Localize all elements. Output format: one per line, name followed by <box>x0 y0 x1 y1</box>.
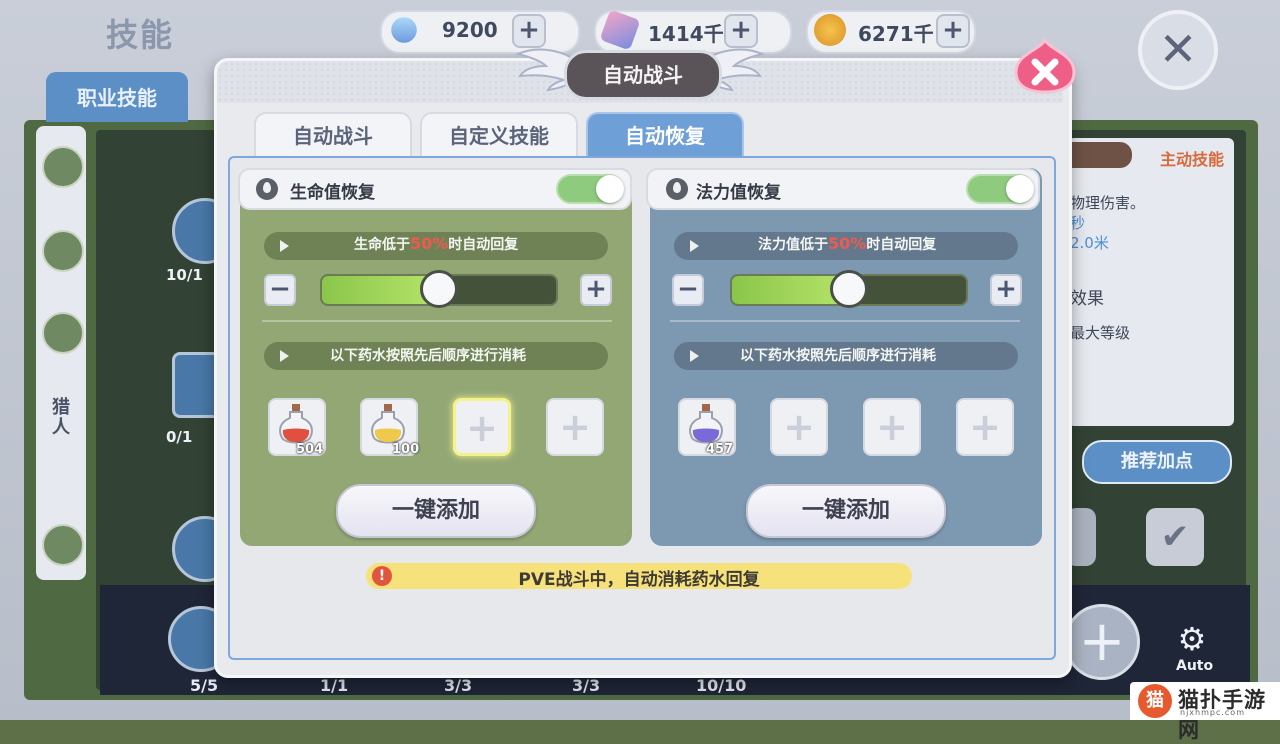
hp-threshold-text: 生命低于50%时自动回复 <box>354 234 519 253</box>
skill-desc-line: 2.0米 <box>1070 234 1109 252</box>
watermark-logo-icon: 猫 <box>1138 684 1172 718</box>
coin-icon <box>814 14 846 46</box>
play-icon <box>280 350 289 362</box>
skill-desc-line: 秒 <box>1070 214 1086 232</box>
coin-count: 6271千 <box>858 22 934 46</box>
skill-desc-line: 最大等级 <box>1070 324 1131 342</box>
mp-potion-slot-4[interactable]: + <box>956 398 1014 456</box>
watermark-url: njxhmpc.com <box>1180 708 1245 717</box>
dialog-title: 自动战斗 <box>564 50 722 100</box>
hp-slider-handle[interactable] <box>420 270 458 308</box>
hp-toggle-knob <box>596 175 624 203</box>
play-icon <box>690 350 699 362</box>
hp-potion-slot-4[interactable]: + <box>546 398 604 456</box>
auto-label: Auto <box>1176 658 1214 674</box>
mp-decrease-button[interactable]: − <box>672 274 704 306</box>
skill-node-count: 10/1 <box>166 266 203 284</box>
hp-threshold-pct: 50% <box>410 234 449 253</box>
mp-panel-title: 法力值恢复 <box>696 183 781 203</box>
tab-auto-recover[interactable]: 自动恢复 <box>586 112 744 158</box>
tab-class-skills[interactable]: 职业技能 <box>46 72 188 122</box>
mp-quick-add-button[interactable]: 一键添加 <box>746 484 946 538</box>
skill-name-bar <box>1068 142 1132 168</box>
mp-potion-slot-3[interactable]: + <box>863 398 921 456</box>
yellow-potion-icon <box>371 404 405 444</box>
skill-level: 5/5 <box>190 676 219 695</box>
hp-decrease-button[interactable]: − <box>264 274 296 306</box>
mp-potion-slot-2[interactable]: + <box>770 398 828 456</box>
mp-order-text: 以下药水按照先后顺序进行消耗 <box>740 348 936 364</box>
mp-drop-icon <box>666 178 688 200</box>
add-coin-button[interactable]: + <box>936 14 970 48</box>
hp-potion-slot-3[interactable]: + <box>453 398 511 456</box>
crystal-count: 1414千 <box>648 22 724 46</box>
potion-count: 100 <box>392 442 420 457</box>
skill-desc-line: 物理伤害。 <box>1070 194 1146 212</box>
recommend-points-button[interactable]: 推荐加点 <box>1082 440 1232 484</box>
close-icon[interactable] <box>1014 38 1076 94</box>
play-icon <box>280 240 289 252</box>
diamond-count: 9200 <box>442 18 498 42</box>
hp-panel-title: 生命值恢复 <box>290 183 375 203</box>
divider <box>670 320 1020 322</box>
close-screen-button[interactable]: ✕ <box>1138 10 1218 90</box>
red-potion-icon <box>279 404 313 444</box>
mp-threshold-pct: 50% <box>828 234 867 253</box>
blue-potion-icon <box>689 404 723 444</box>
skill-level: 3/3 <box>444 676 473 695</box>
skill-detail-panel <box>1068 138 1234 426</box>
skill-node-count: 0/1 <box>166 428 193 446</box>
add-diamond-button[interactable]: + <box>512 14 546 48</box>
skill-effect-label: 效果 <box>1070 289 1104 309</box>
confirm-button[interactable]: ✔ <box>1146 508 1204 566</box>
skill-level: 1/1 <box>320 676 349 695</box>
mp-toggle-knob <box>1006 175 1034 203</box>
mp-slider-handle[interactable] <box>830 270 868 308</box>
screen-title: 技能 <box>106 16 175 54</box>
mp-threshold-text: 法力值低于50%时自动回复 <box>758 234 937 253</box>
hp-drop-icon <box>256 178 278 200</box>
hp-order-text: 以下药水按照先后顺序进行消耗 <box>330 348 526 364</box>
notice-text: PVE战斗中，自动消耗药水回复 <box>518 570 760 590</box>
add-crystal-button[interactable]: + <box>724 14 758 48</box>
job-label: 猎人 <box>52 397 70 438</box>
bow-icon[interactable] <box>42 230 84 272</box>
cat-icon[interactable] <box>42 146 84 188</box>
potion-count: 504 <box>296 442 324 457</box>
add-skill-button[interactable]: + <box>1064 604 1140 680</box>
divider <box>262 320 612 322</box>
potion-count: 457 <box>706 442 734 457</box>
hp-quick-add-button[interactable]: 一键添加 <box>336 484 536 538</box>
skill-level: 10/10 <box>696 676 747 695</box>
arrows-icon[interactable] <box>42 524 84 566</box>
skill-level: 3/3 <box>572 676 601 695</box>
skill-type-label: 主动技能 <box>1160 150 1225 169</box>
mp-increase-button[interactable]: + <box>990 274 1022 306</box>
wolf-icon[interactable] <box>42 312 84 354</box>
tab-auto-battle[interactable]: 自动战斗 <box>254 112 412 158</box>
tab-custom-skills[interactable]: 自定义技能 <box>420 112 578 158</box>
hp-increase-button[interactable]: + <box>580 274 612 306</box>
play-icon <box>690 240 699 252</box>
